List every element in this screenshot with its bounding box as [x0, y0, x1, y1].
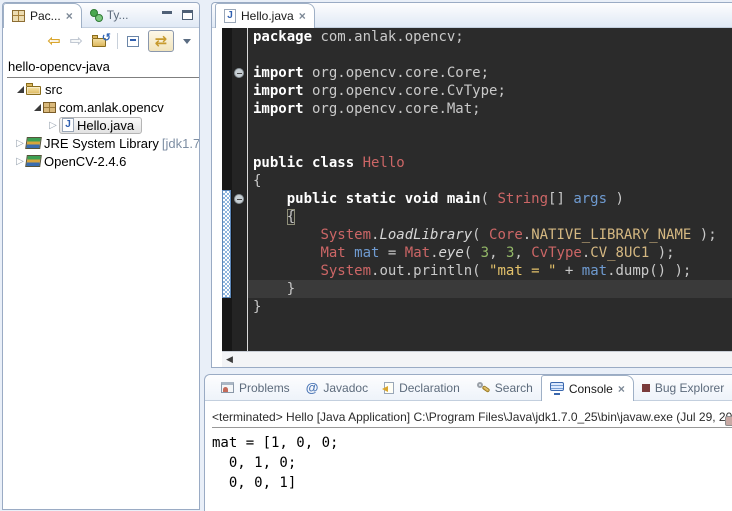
code-line[interactable]: } — [248, 280, 732, 298]
code-line[interactable]: import org.opencv.core.CvType; — [248, 82, 732, 100]
tree-collapsed-icon[interactable]: ▷ — [16, 156, 24, 167]
console-output-line: 0, 1, 0; — [212, 453, 732, 473]
type-hierarchy-icon — [90, 9, 102, 22]
collapse-all-button[interactable] — [127, 36, 139, 47]
method-range-indicator — [222, 190, 231, 298]
code-line[interactable]: System.out.println( "mat = " + mat.dump(… — [248, 262, 732, 280]
up-arrow-icon: ↺ — [102, 31, 111, 44]
console-output-line: mat = [1, 0, 0; — [212, 433, 732, 453]
search-icon — [476, 381, 490, 394]
console-toolbar-icon[interactable] — [725, 416, 732, 426]
tree-item-opencv-library[interactable]: ▷ OpenCV-2.4.6 — [6, 152, 199, 170]
editor-tab-label: Hello.java — [241, 9, 294, 23]
tab-problems[interactable]: Problems — [213, 375, 298, 400]
code-line[interactable] — [248, 118, 732, 136]
tree-selection: J Hello.java — [59, 117, 142, 134]
fold-collapse-icon[interactable] — [234, 194, 244, 204]
tree-item-package[interactable]: com.anlak.opencv — [6, 98, 199, 116]
package-icon — [43, 102, 56, 113]
tab-type-hierarchy-label: Ty... — [107, 8, 129, 22]
package-explorer-icon — [12, 10, 25, 22]
tree-collapsed-icon[interactable]: ▷ — [49, 120, 57, 131]
back-button[interactable]: ⇦ — [47, 33, 60, 49]
tab-type-hierarchy[interactable]: Ty... — [82, 3, 137, 27]
console-output-line: 0, 0, 1] — [212, 473, 732, 493]
code-editor[interactable]: package com.anlak.opencv; import org.ope… — [222, 28, 732, 351]
code-line[interactable]: } — [248, 298, 732, 316]
code-line[interactable] — [248, 46, 732, 64]
code-line[interactable]: { — [248, 208, 732, 226]
tree-item-hello-java[interactable]: ▷ J Hello.java — [6, 116, 199, 134]
declaration-icon — [384, 382, 394, 394]
project-tree: hello-opencv-java src com.anlak.opencv ▷… — [3, 54, 199, 170]
tree-root-project[interactable]: hello-opencv-java — [6, 58, 199, 76]
maximize-icon[interactable] — [182, 10, 193, 20]
fold-column — [232, 28, 247, 351]
scroll-left-icon[interactable]: ◀ — [226, 355, 233, 365]
tree-item-src[interactable]: src — [6, 80, 199, 98]
code-line[interactable]: package com.anlak.opencv; — [248, 28, 732, 46]
link-with-editor-icon: ⇄ — [155, 33, 168, 49]
go-up-button[interactable]: ↺ — [92, 35, 108, 47]
view-window-buttons — [162, 10, 193, 20]
code-line[interactable]: public static void main( String[] args ) — [248, 190, 732, 208]
close-icon[interactable]: × — [66, 11, 73, 21]
console-view: Problems @ Javadoc Declaration Search Co… — [204, 374, 732, 511]
fold-collapse-icon[interactable] — [234, 68, 244, 78]
java-file-icon: J — [224, 9, 236, 23]
code-line[interactable]: { — [248, 172, 732, 190]
code-line[interactable] — [248, 136, 732, 154]
view-menu-icon[interactable] — [183, 39, 191, 44]
minimize-icon[interactable] — [162, 11, 172, 14]
library-icon — [25, 155, 42, 167]
tree-root-underline — [7, 77, 199, 78]
tab-bug-explorer[interactable]: Bug Explorer — [634, 375, 732, 400]
tab-declaration[interactable]: Declaration — [376, 375, 468, 400]
bottom-tabbar: Problems @ Javadoc Declaration Search Co… — [205, 375, 732, 401]
tab-console[interactable]: Console × — [541, 375, 634, 401]
code-line[interactable]: import org.opencv.core.Core; — [248, 64, 732, 82]
javadoc-icon: @ — [306, 380, 319, 395]
console-process-title: <terminated> Hello [Java Application] C:… — [212, 410, 732, 428]
toolbar-separator — [117, 33, 118, 49]
tab-hello-java[interactable]: J Hello.java × — [215, 3, 315, 28]
package-explorer-view: Pac... × Ty... ⇦ ⇨ ↺ ⇄ hello-opencv-java — [2, 2, 200, 510]
code-line[interactable]: System.LoadLibrary( Core.NATIVE_LIBRARY_… — [248, 226, 732, 244]
code-line[interactable]: import org.opencv.core.Mat; — [248, 100, 732, 118]
problems-icon — [221, 382, 234, 393]
close-icon[interactable]: × — [299, 11, 306, 21]
code-lines[interactable]: package com.anlak.opencv; import org.ope… — [248, 28, 732, 351]
close-icon[interactable]: × — [618, 384, 625, 394]
tab-javadoc[interactable]: @ Javadoc — [298, 375, 376, 400]
code-line[interactable]: public class Hello — [248, 154, 732, 172]
library-version-decoration: [jdk1.7.0 — [162, 136, 199, 151]
editor-tabbar: J Hello.java × — [212, 3, 732, 28]
tab-search[interactable]: Search — [468, 375, 541, 400]
range-indicator-column — [222, 28, 232, 351]
package-explorer-toolbar: ⇦ ⇨ ↺ ⇄ — [3, 28, 199, 54]
bug-explorer-icon — [642, 384, 650, 392]
forward-button[interactable]: ⇨ — [70, 33, 83, 49]
tab-package-explorer[interactable]: Pac... × — [3, 3, 82, 28]
package-explorer-tabbar: Pac... × Ty... — [3, 3, 199, 28]
editor-horizontal-scrollbar[interactable]: ◀ — [222, 351, 732, 367]
tree-collapsed-icon[interactable]: ▷ — [16, 138, 24, 149]
link-with-editor-button[interactable]: ⇄ — [148, 30, 174, 52]
code-line[interactable]: Mat mat = Mat.eye( 3, 3, CvType.CV_8UC1 … — [248, 244, 732, 262]
eclipse-workbench: { "colors": { "workbench_bg": "#e9eff8",… — [0, 0, 732, 511]
java-file-icon: J — [62, 118, 74, 132]
tab-package-explorer-label: Pac... — [30, 9, 61, 23]
tree-item-jre-library[interactable]: ▷ JRE System Library [jdk1.7.0 — [6, 134, 199, 152]
editor-view: J Hello.java × package com.anlak.opencv;… — [211, 2, 732, 368]
console-icon — [550, 382, 564, 395]
tree-expanded-icon[interactable] — [17, 86, 24, 93]
tree-expanded-icon[interactable] — [34, 104, 41, 111]
console-output[interactable]: mat = [1, 0, 0; 0, 1, 0; 0, 0, 1] — [212, 433, 732, 493]
source-folder-icon — [26, 83, 42, 95]
library-icon — [25, 137, 42, 149]
